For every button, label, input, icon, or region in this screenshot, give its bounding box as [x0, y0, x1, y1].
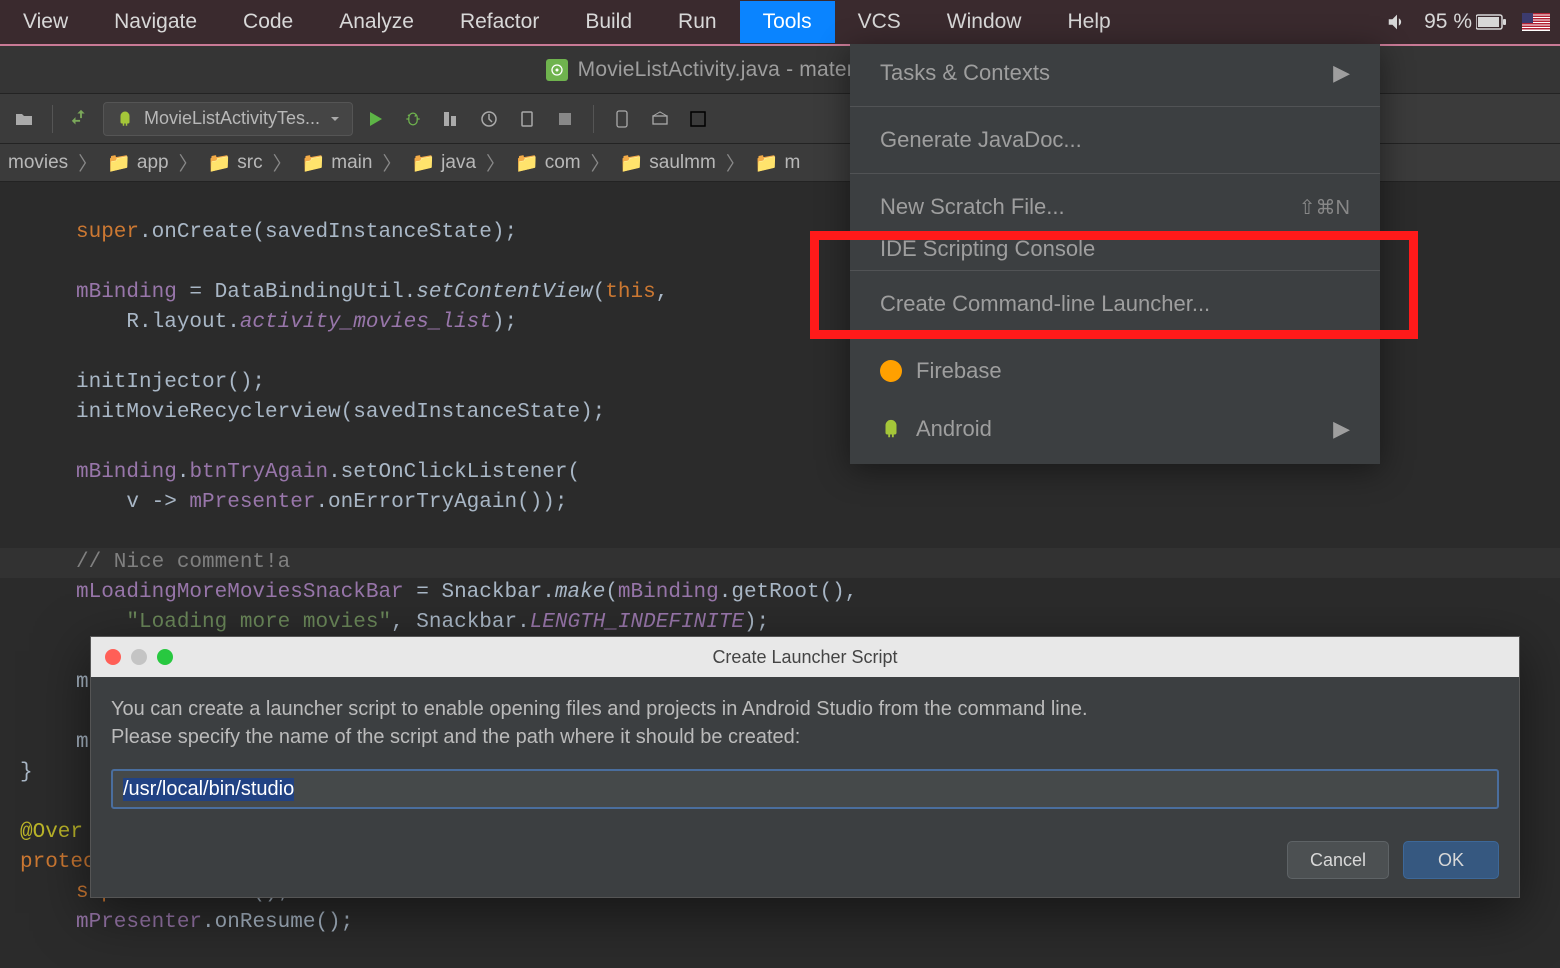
- menu-tools[interactable]: Tools: [740, 1, 835, 43]
- submenu-arrow-icon: ▶: [1333, 60, 1350, 86]
- ok-button[interactable]: OK: [1403, 841, 1499, 879]
- battery-percent: 95 %: [1424, 10, 1472, 34]
- breadcrumb-item[interactable]: 📁main: [294, 151, 381, 175]
- android-icon: [880, 418, 902, 440]
- firebase-icon: [880, 360, 902, 382]
- close-window-button[interactable]: [105, 649, 121, 665]
- menu-run[interactable]: Run: [655, 1, 740, 43]
- submenu-arrow-icon: ▶: [1333, 416, 1350, 442]
- create-launcher-script-dialog: Create Launcher Script You can create a …: [90, 636, 1520, 898]
- run-button[interactable]: [359, 103, 391, 135]
- folder-icon: 📁: [107, 151, 131, 175]
- folder-icon: 📁: [755, 151, 779, 175]
- menu-help[interactable]: Help: [1044, 1, 1133, 43]
- volume-icon[interactable]: [1386, 11, 1408, 33]
- menu-refactor[interactable]: Refactor: [437, 1, 562, 43]
- menu-item-android[interactable]: Android▶: [850, 400, 1380, 458]
- keyboard-shortcut: ⇧⌘N: [1299, 195, 1350, 220]
- folder-icon: 📁: [411, 151, 435, 175]
- dialog-description-line1: You can create a launcher script to enab…: [111, 695, 1499, 723]
- profile-button[interactable]: [473, 103, 505, 135]
- attach-debugger-button[interactable]: [511, 103, 543, 135]
- menu-window[interactable]: Window: [924, 1, 1045, 43]
- menu-analyze[interactable]: Analyze: [316, 1, 437, 43]
- breadcrumb-item[interactable]: 📁app: [99, 151, 176, 175]
- android-test-icon: [116, 110, 134, 128]
- sync-button[interactable]: [65, 103, 97, 135]
- stop-button[interactable]: [549, 103, 581, 135]
- menu-code[interactable]: Code: [220, 1, 316, 43]
- folder-icon: 📁: [620, 151, 644, 175]
- menubar-status: 95 %: [1386, 10, 1560, 34]
- folder-icon: 📁: [515, 151, 539, 175]
- macos-menubar: View Navigate Code Analyze Refactor Buil…: [0, 0, 1560, 44]
- tools-dropdown-menu: Tasks & Contexts▶ Generate JavaDoc... Ne…: [850, 44, 1380, 464]
- run-config-label: MovieListActivityTes...: [144, 108, 320, 129]
- file-type-icon: [546, 59, 568, 81]
- breadcrumb-item[interactable]: movies: [0, 152, 76, 174]
- breadcrumb-item[interactable]: 📁java: [403, 151, 484, 175]
- menu-item-ide-scripting-console[interactable]: IDE Scripting Console: [850, 236, 1380, 266]
- cancel-button[interactable]: Cancel: [1287, 841, 1389, 879]
- menu-view[interactable]: View: [0, 1, 91, 43]
- menu-navigate[interactable]: Navigate: [91, 1, 220, 43]
- launcher-path-input[interactable]: [111, 769, 1499, 809]
- menu-build[interactable]: Build: [562, 1, 655, 43]
- input-source-us-flag-icon[interactable]: [1522, 13, 1550, 31]
- dialog-description-line2: Please specify the name of the script an…: [111, 723, 1499, 751]
- menu-item-generate-javadoc[interactable]: Generate JavaDoc...: [850, 111, 1380, 169]
- avd-manager-button[interactable]: [606, 103, 638, 135]
- menu-item-new-scratch-file[interactable]: New Scratch File...⇧⌘N: [850, 178, 1380, 236]
- dialog-title: Create Launcher Script: [712, 647, 897, 668]
- breadcrumb-item[interactable]: 📁m: [747, 151, 809, 175]
- coverage-button[interactable]: [435, 103, 467, 135]
- menu-item-firebase[interactable]: Firebase: [850, 342, 1380, 400]
- run-configuration-selector[interactable]: MovieListActivityTes...: [103, 102, 353, 136]
- folder-icon: 📁: [302, 151, 326, 175]
- dialog-titlebar[interactable]: Create Launcher Script: [91, 637, 1519, 677]
- layout-inspector-button[interactable]: [682, 103, 714, 135]
- zoom-window-button[interactable]: [157, 649, 173, 665]
- breadcrumb-item[interactable]: 📁com: [507, 151, 589, 175]
- debug-button[interactable]: [397, 103, 429, 135]
- battery-icon: [1476, 14, 1506, 30]
- menu-item-create-command-line-launcher[interactable]: Create Command-line Launcher...: [850, 275, 1380, 333]
- menu-vcs[interactable]: VCS: [835, 1, 924, 43]
- menu-item-tasks-contexts[interactable]: Tasks & Contexts▶: [850, 44, 1380, 102]
- open-button[interactable]: [8, 103, 40, 135]
- folder-icon: 📁: [208, 151, 232, 175]
- sdk-manager-button[interactable]: [644, 103, 676, 135]
- chevron-down-icon: [330, 114, 340, 124]
- battery-status[interactable]: 95 %: [1424, 10, 1506, 34]
- minimize-window-button[interactable]: [131, 649, 147, 665]
- breadcrumb-item[interactable]: 📁saulmm: [612, 151, 724, 175]
- breadcrumb-item[interactable]: 📁src: [200, 151, 271, 175]
